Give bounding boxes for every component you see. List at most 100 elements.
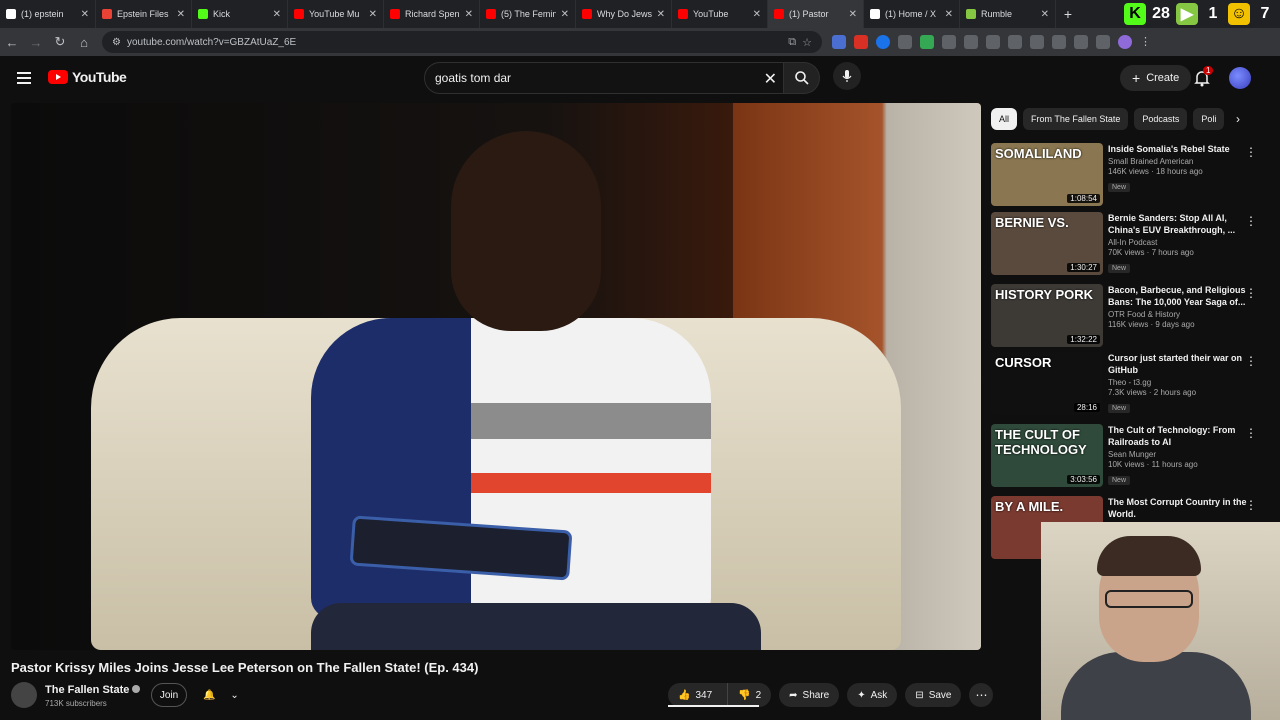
search-icon bbox=[794, 71, 809, 85]
browser-tab[interactable]: (1) epstein ✕ bbox=[0, 0, 96, 28]
browser-tab[interactable]: YouTube Mu ✕ bbox=[288, 0, 384, 28]
video-thumbnail[interactable]: THE CULT OF TECHNOLOGY 3:03:56 bbox=[991, 424, 1103, 487]
recommendation-item[interactable]: BERNIE VS. 1:30:27 Bernie Sanders: Stop Al… bbox=[991, 212, 1261, 278]
rumble-extension-icon[interactable]: ▶ bbox=[1176, 3, 1198, 25]
more-actions-button[interactable]: ⋯ bbox=[969, 683, 994, 707]
tab-label: (1) Home / X bbox=[885, 9, 937, 19]
more-options-icon[interactable]: ⋮ bbox=[1245, 214, 1257, 228]
tab-close-icon[interactable]: ✕ bbox=[849, 9, 857, 20]
recommendation-item[interactable]: SOMALILAND 1:08:54 Inside Somalia's Rebel … bbox=[991, 143, 1261, 209]
tab-close-icon[interactable]: ✕ bbox=[81, 9, 89, 20]
tab-close-icon[interactable]: ✕ bbox=[1041, 9, 1049, 20]
video-thumbnail[interactable]: SOMALILAND 1:08:54 bbox=[991, 143, 1103, 206]
voice-search-button[interactable] bbox=[833, 62, 861, 90]
kick-extension-icon[interactable]: K bbox=[1124, 3, 1146, 25]
filter-chip[interactable]: All bbox=[991, 108, 1018, 130]
tab-close-icon[interactable]: ✕ bbox=[177, 9, 185, 20]
recommendation-title[interactable]: The Cult of Technology: From Railroads t… bbox=[1108, 424, 1248, 448]
filter-chip[interactable]: From The Fallen State bbox=[1023, 108, 1129, 130]
profile-avatar-icon[interactable] bbox=[1118, 35, 1132, 49]
video-player[interactable] bbox=[11, 103, 981, 650]
create-button[interactable]: + Create bbox=[1120, 65, 1192, 91]
search-input[interactable]: goatis tom dar ✕ bbox=[424, 62, 784, 94]
recommendation-title[interactable]: Bernie Sanders: Stop All AI, China's EUV… bbox=[1108, 212, 1248, 236]
extension-icon[interactable] bbox=[898, 35, 912, 49]
recommendation-title[interactable]: Cursor just started their war on GitHub bbox=[1108, 352, 1248, 376]
extension-icon[interactable] bbox=[920, 35, 934, 49]
extension-icon[interactable] bbox=[832, 35, 846, 49]
address-bar[interactable]: ⚙ youtube.com/watch?v=GBZAtUaZ_6E ⧉ ☆ bbox=[102, 31, 822, 53]
home-icon[interactable]: ⌂ bbox=[72, 30, 96, 54]
ask-button[interactable]: ✦ Ask bbox=[847, 683, 898, 707]
filter-chip[interactable]: Poli bbox=[1193, 108, 1225, 130]
more-options-icon[interactable]: ⋮ bbox=[1245, 286, 1257, 300]
recommendation-item[interactable]: HISTORY PORK 1:32:22 Bacon, Barbecue, and … bbox=[991, 284, 1261, 350]
channel-avatar[interactable] bbox=[11, 682, 37, 708]
youtube-logo[interactable]: YouTube bbox=[48, 69, 127, 85]
more-options-icon[interactable]: ⋮ bbox=[1245, 354, 1257, 368]
filter-chip[interactable]: Podcasts bbox=[1134, 108, 1188, 130]
extension-icon[interactable] bbox=[964, 35, 978, 49]
browser-tab[interactable]: Kick ✕ bbox=[192, 0, 288, 28]
browser-tab[interactable]: Why Do Jews ✕ bbox=[576, 0, 672, 28]
forward-icon[interactable]: → bbox=[24, 30, 48, 54]
subscription-bell-button[interactable]: 🔔 ⌄ bbox=[196, 683, 246, 707]
dislike-button[interactable]: 👎 2 bbox=[727, 683, 771, 707]
more-options-icon[interactable]: ⋮ bbox=[1245, 498, 1257, 512]
extension-icon[interactable] bbox=[1074, 35, 1088, 49]
extension-icon[interactable] bbox=[986, 35, 1000, 49]
account-avatar[interactable] bbox=[1229, 67, 1251, 89]
recommendation-title[interactable]: Inside Somalia's Rebel State bbox=[1108, 143, 1248, 155]
chevron-right-icon[interactable]: › bbox=[1236, 112, 1240, 126]
browser-tab[interactable]: (5) The Femin ✕ bbox=[480, 0, 576, 28]
tab-close-icon[interactable]: ✕ bbox=[369, 9, 377, 20]
recommendation-item[interactable]: THE CULT OF TECHNOLOGY 3:03:56 The Cult of… bbox=[991, 424, 1261, 490]
url-text: youtube.com/watch?v=GBZAtUaZ_6E bbox=[126, 36, 297, 48]
video-thumbnail[interactable]: HISTORY PORK 1:32:22 bbox=[991, 284, 1103, 347]
tab-close-icon[interactable]: ✕ bbox=[753, 9, 761, 20]
recommendation-title[interactable]: Bacon, Barbecue, and Religious Bans: The… bbox=[1108, 284, 1248, 308]
browser-tab[interactable]: YouTube ✕ bbox=[672, 0, 768, 28]
video-thumbnail[interactable]: BERNIE VS. 1:30:27 bbox=[991, 212, 1103, 275]
extension-icon[interactable] bbox=[1030, 35, 1044, 49]
hamburger-menu-icon[interactable] bbox=[14, 68, 34, 88]
extension-icon[interactable] bbox=[854, 35, 868, 49]
more-options-icon[interactable]: ⋮ bbox=[1245, 426, 1257, 440]
glasses-extension-icon[interactable]: ☺ bbox=[1228, 3, 1250, 25]
clear-search-icon[interactable]: ✕ bbox=[764, 69, 777, 89]
bookmark-star-icon[interactable]: ☆ bbox=[802, 36, 812, 49]
browser-tab[interactable]: Rumble ✕ bbox=[960, 0, 1056, 28]
like-button[interactable]: 👍 347 bbox=[668, 683, 722, 707]
install-icon[interactable]: ⧉ bbox=[788, 36, 796, 49]
extension-icon[interactable] bbox=[1008, 35, 1022, 49]
tab-close-icon[interactable]: ✕ bbox=[561, 9, 569, 20]
site-info-icon[interactable]: ⚙ bbox=[112, 37, 121, 48]
browser-tab[interactable]: (1) Pastor ✕ bbox=[768, 0, 864, 28]
browser-tab[interactable]: Epstein Files ✕ bbox=[96, 0, 192, 28]
new-tab-icon[interactable]: + bbox=[1056, 0, 1080, 28]
browser-menu-icon[interactable]: ⋮ bbox=[1140, 35, 1151, 49]
reload-icon[interactable]: ↻ bbox=[48, 30, 72, 54]
browser-tab[interactable]: Richard Spen ✕ bbox=[384, 0, 480, 28]
extension-icon[interactable] bbox=[1096, 35, 1110, 49]
browser-tab[interactable]: (1) Home / X ✕ bbox=[864, 0, 960, 28]
search-button[interactable] bbox=[784, 62, 820, 94]
back-icon[interactable]: ← bbox=[0, 30, 24, 54]
extension-icon[interactable] bbox=[876, 35, 890, 49]
extension-icon[interactable] bbox=[1052, 35, 1066, 49]
join-button[interactable]: Join bbox=[151, 683, 187, 707]
save-button[interactable]: ⊟ Save bbox=[905, 683, 962, 707]
tab-close-icon[interactable]: ✕ bbox=[657, 9, 665, 20]
tab-close-icon[interactable]: ✕ bbox=[945, 9, 953, 20]
video-thumbnail[interactable]: CURSOR 28:16 bbox=[991, 352, 1103, 415]
duration-badge: 1:30:27 bbox=[1067, 263, 1100, 272]
recommendation-title[interactable]: The Most Corrupt Country in the World. bbox=[1108, 496, 1248, 520]
channel-name[interactable]: The Fallen State bbox=[45, 684, 141, 696]
more-options-icon[interactable]: ⋮ bbox=[1245, 145, 1257, 159]
extension-icon[interactable] bbox=[942, 35, 956, 49]
recommendation-item[interactable]: CURSOR 28:16 Cursor just started their war… bbox=[991, 352, 1261, 418]
tab-close-icon[interactable]: ✕ bbox=[465, 9, 473, 20]
share-button[interactable]: ➦ Share bbox=[779, 683, 840, 707]
subscriber-count: 713K subscribers bbox=[45, 699, 107, 708]
tab-close-icon[interactable]: ✕ bbox=[273, 9, 281, 20]
